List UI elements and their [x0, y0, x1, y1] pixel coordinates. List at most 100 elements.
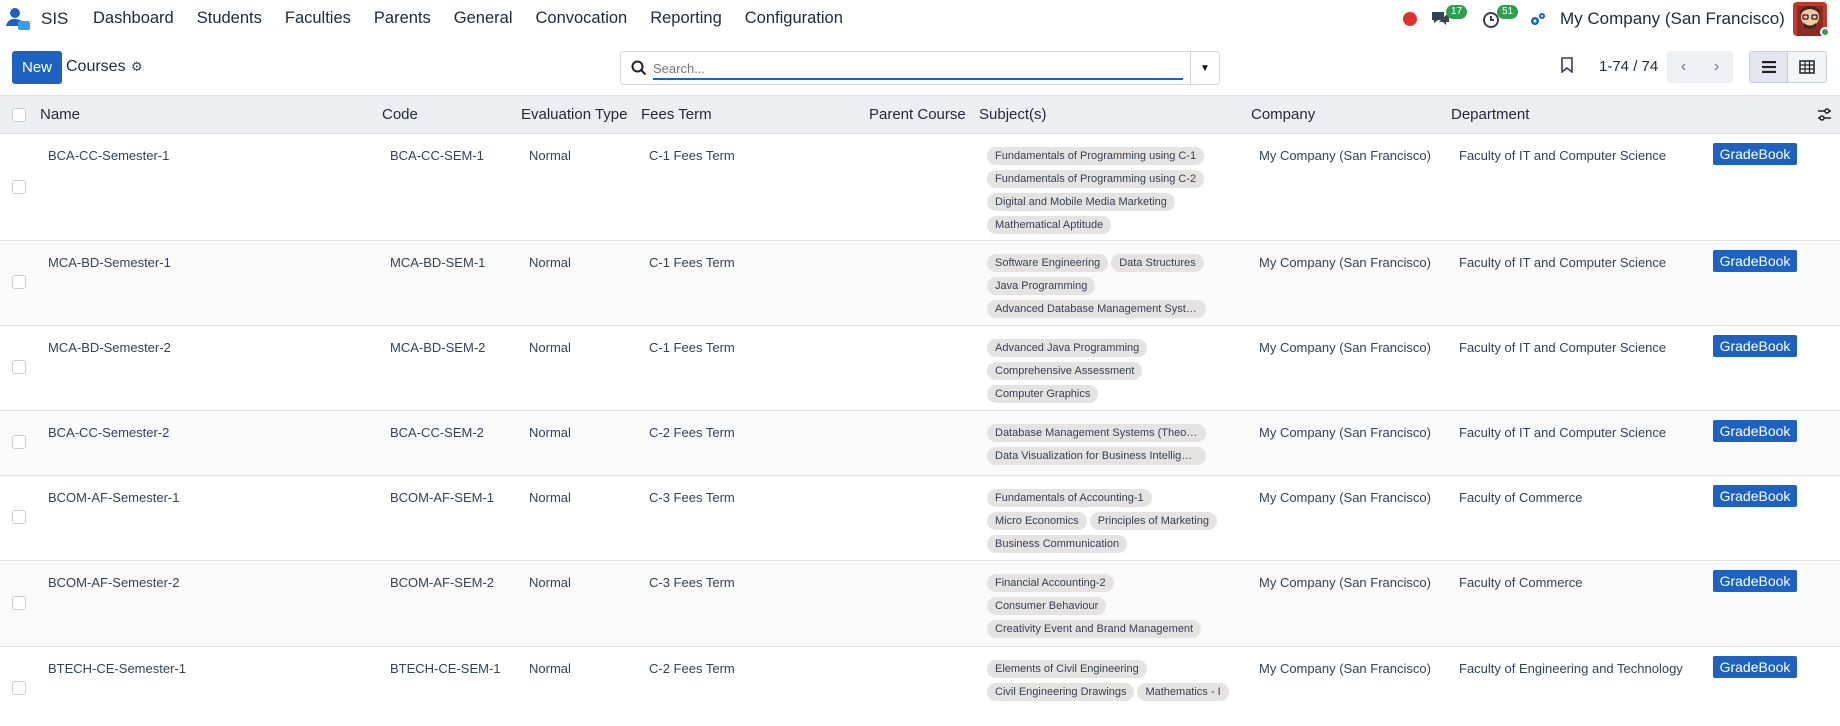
gradebook-button[interactable]: GradeBook [1713, 485, 1797, 507]
course-code[interactable]: MCA-BD-SEM-2 [390, 340, 485, 355]
row-checkbox[interactable] [12, 180, 26, 194]
company[interactable]: My Company (San Francisco) [1259, 340, 1431, 355]
course-code[interactable]: MCA-BD-SEM-1 [390, 255, 485, 270]
select-all-checkbox[interactable] [12, 108, 26, 122]
table-row[interactable]: BCA-CC-Semester-2 BCA-CC-SEM-2 Normal C-… [0, 411, 1840, 476]
department[interactable]: Faculty of IT and Computer Science [1459, 340, 1666, 355]
row-checkbox[interactable] [12, 510, 26, 524]
department[interactable]: Faculty of IT and Computer Science [1459, 255, 1666, 270]
course-name[interactable]: BTECH-CE-Semester-1 [48, 661, 186, 676]
menu-configuration[interactable]: Configuration [745, 9, 843, 28]
gradebook-button[interactable]: GradeBook [1713, 250, 1797, 272]
department[interactable]: Faculty of Commerce [1459, 575, 1583, 590]
table-row[interactable]: BCOM-AF-Semester-2 BCOM-AF-SEM-2 Normal … [0, 561, 1840, 647]
company-switcher[interactable]: My Company (San Francisco) [1560, 9, 1785, 29]
table-row[interactable]: BCA-CC-Semester-1 BCA-CC-SEM-1 Normal C-… [0, 134, 1840, 241]
fees-term[interactable]: C-2 Fees Term [649, 661, 735, 676]
gradebook-button[interactable]: GradeBook [1713, 335, 1797, 357]
department[interactable]: Faculty of Commerce [1459, 490, 1583, 505]
evaluation-type[interactable]: Normal [529, 340, 571, 355]
course-code[interactable]: BCOM-AF-SEM-2 [390, 575, 494, 590]
column-header-department[interactable]: Department [1451, 106, 1529, 123]
optional-columns-icon[interactable] [1817, 108, 1832, 122]
company[interactable]: My Company (San Francisco) [1259, 490, 1431, 505]
column-header-parent-course[interactable]: Parent Course [869, 106, 966, 123]
column-header-fees-term[interactable]: Fees Term [641, 106, 712, 123]
column-header-evaluation-type[interactable]: Evaluation Type [521, 106, 627, 123]
course-name[interactable]: MCA-BD-Semester-2 [48, 340, 171, 355]
pivot-view-button[interactable] [1788, 51, 1827, 83]
evaluation-type[interactable]: Normal [529, 425, 571, 440]
fees-term[interactable]: C-1 Fees Term [649, 340, 735, 355]
gradebook-button[interactable]: GradeBook [1713, 420, 1797, 442]
table-row[interactable]: MCA-BD-Semester-1 MCA-BD-SEM-1 Normal C-… [0, 241, 1840, 326]
menu-general[interactable]: General [454, 9, 513, 28]
search-input[interactable] [653, 58, 1183, 80]
pager-next-button[interactable]: › [1700, 51, 1733, 83]
fees-term[interactable]: C-1 Fees Term [649, 255, 735, 270]
company[interactable]: My Company (San Francisco) [1259, 255, 1431, 270]
course-name[interactable]: BCA-CC-Semester-1 [48, 148, 169, 163]
evaluation-type[interactable]: Normal [529, 661, 571, 676]
record-icon[interactable] [1403, 0, 1417, 38]
app-name[interactable]: SIS [41, 9, 68, 29]
fees-term[interactable]: C-3 Fees Term [649, 490, 735, 505]
course-name[interactable]: BCA-CC-Semester-2 [48, 425, 169, 440]
gradebook-button[interactable]: GradeBook [1713, 656, 1797, 678]
app-logo-icon[interactable] [4, 6, 32, 32]
row-checkbox[interactable] [12, 681, 26, 695]
course-name[interactable]: BCOM-AF-Semester-1 [48, 490, 179, 505]
subject-tags: Fundamentals of Accounting-1 Micro Econo… [987, 489, 1237, 558]
menu-students[interactable]: Students [197, 9, 262, 28]
row-checkbox[interactable] [12, 360, 26, 374]
evaluation-type[interactable]: Normal [529, 148, 571, 163]
clock-icon[interactable]: 51 [1481, 0, 1519, 38]
department[interactable]: Faculty of IT and Computer Science [1459, 148, 1666, 163]
department[interactable]: Faculty of IT and Computer Science [1459, 425, 1666, 440]
course-code[interactable]: BCA-CC-SEM-2 [390, 425, 484, 440]
gear-icon[interactable]: ⚙ [131, 59, 143, 75]
pager-value[interactable]: 1-74 / 74 [1599, 58, 1658, 75]
column-header-name[interactable]: Name [40, 106, 80, 123]
table-row[interactable]: MCA-BD-Semester-2 MCA-BD-SEM-2 Normal C-… [0, 326, 1840, 411]
gradebook-button[interactable]: GradeBook [1713, 570, 1797, 592]
course-code[interactable]: BCOM-AF-SEM-1 [390, 490, 494, 505]
table-row[interactable]: BTECH-CE-Semester-1 BTECH-CE-SEM-1 Norma… [0, 647, 1840, 726]
new-button[interactable]: New [12, 51, 62, 84]
bookmark-icon[interactable] [1560, 57, 1574, 73]
company[interactable]: My Company (San Francisco) [1259, 661, 1431, 676]
table-row[interactable]: BCOM-AF-Semester-1 BCOM-AF-SEM-1 Normal … [0, 476, 1840, 561]
company[interactable]: My Company (San Francisco) [1259, 575, 1431, 590]
column-header-subjects[interactable]: Subject(s) [979, 106, 1047, 123]
course-code[interactable]: BCA-CC-SEM-1 [390, 148, 484, 163]
row-checkbox[interactable] [12, 596, 26, 610]
course-name[interactable]: BCOM-AF-Semester-2 [48, 575, 179, 590]
menu-reporting[interactable]: Reporting [650, 9, 722, 28]
evaluation-type[interactable]: Normal [529, 255, 571, 270]
fees-term[interactable]: C-2 Fees Term [649, 425, 735, 440]
menu-dashboard[interactable]: Dashboard [93, 9, 174, 28]
department[interactable]: Faculty of Engineering and Technology [1459, 661, 1683, 676]
subject-tag: Fundamentals of Programming using C-1 [987, 147, 1205, 165]
course-code[interactable]: BTECH-CE-SEM-1 [390, 661, 501, 676]
row-checkbox[interactable] [12, 435, 26, 449]
column-header-code[interactable]: Code [382, 106, 418, 123]
menu-parents[interactable]: Parents [374, 9, 431, 28]
evaluation-type[interactable]: Normal [529, 490, 571, 505]
list-view-button[interactable] [1749, 51, 1788, 83]
column-header-company[interactable]: Company [1251, 106, 1315, 123]
menu-faculties[interactable]: Faculties [285, 9, 351, 28]
fees-term[interactable]: C-1 Fees Term [649, 148, 735, 163]
course-name[interactable]: MCA-BD-Semester-1 [48, 255, 171, 270]
company[interactable]: My Company (San Francisco) [1259, 148, 1431, 163]
company-switch-icon[interactable] [1529, 0, 1547, 38]
gradebook-button[interactable]: GradeBook [1713, 143, 1797, 165]
fees-term[interactable]: C-3 Fees Term [649, 575, 735, 590]
menu-convocation[interactable]: Convocation [535, 9, 627, 28]
row-checkbox[interactable] [12, 275, 26, 289]
company[interactable]: My Company (San Francisco) [1259, 425, 1431, 440]
evaluation-type[interactable]: Normal [529, 575, 571, 590]
chevron-down-icon[interactable]: ▼ [1190, 52, 1219, 84]
chat-icon[interactable]: 17 [1430, 0, 1468, 38]
pager-previous-button[interactable]: ‹ [1667, 51, 1700, 83]
